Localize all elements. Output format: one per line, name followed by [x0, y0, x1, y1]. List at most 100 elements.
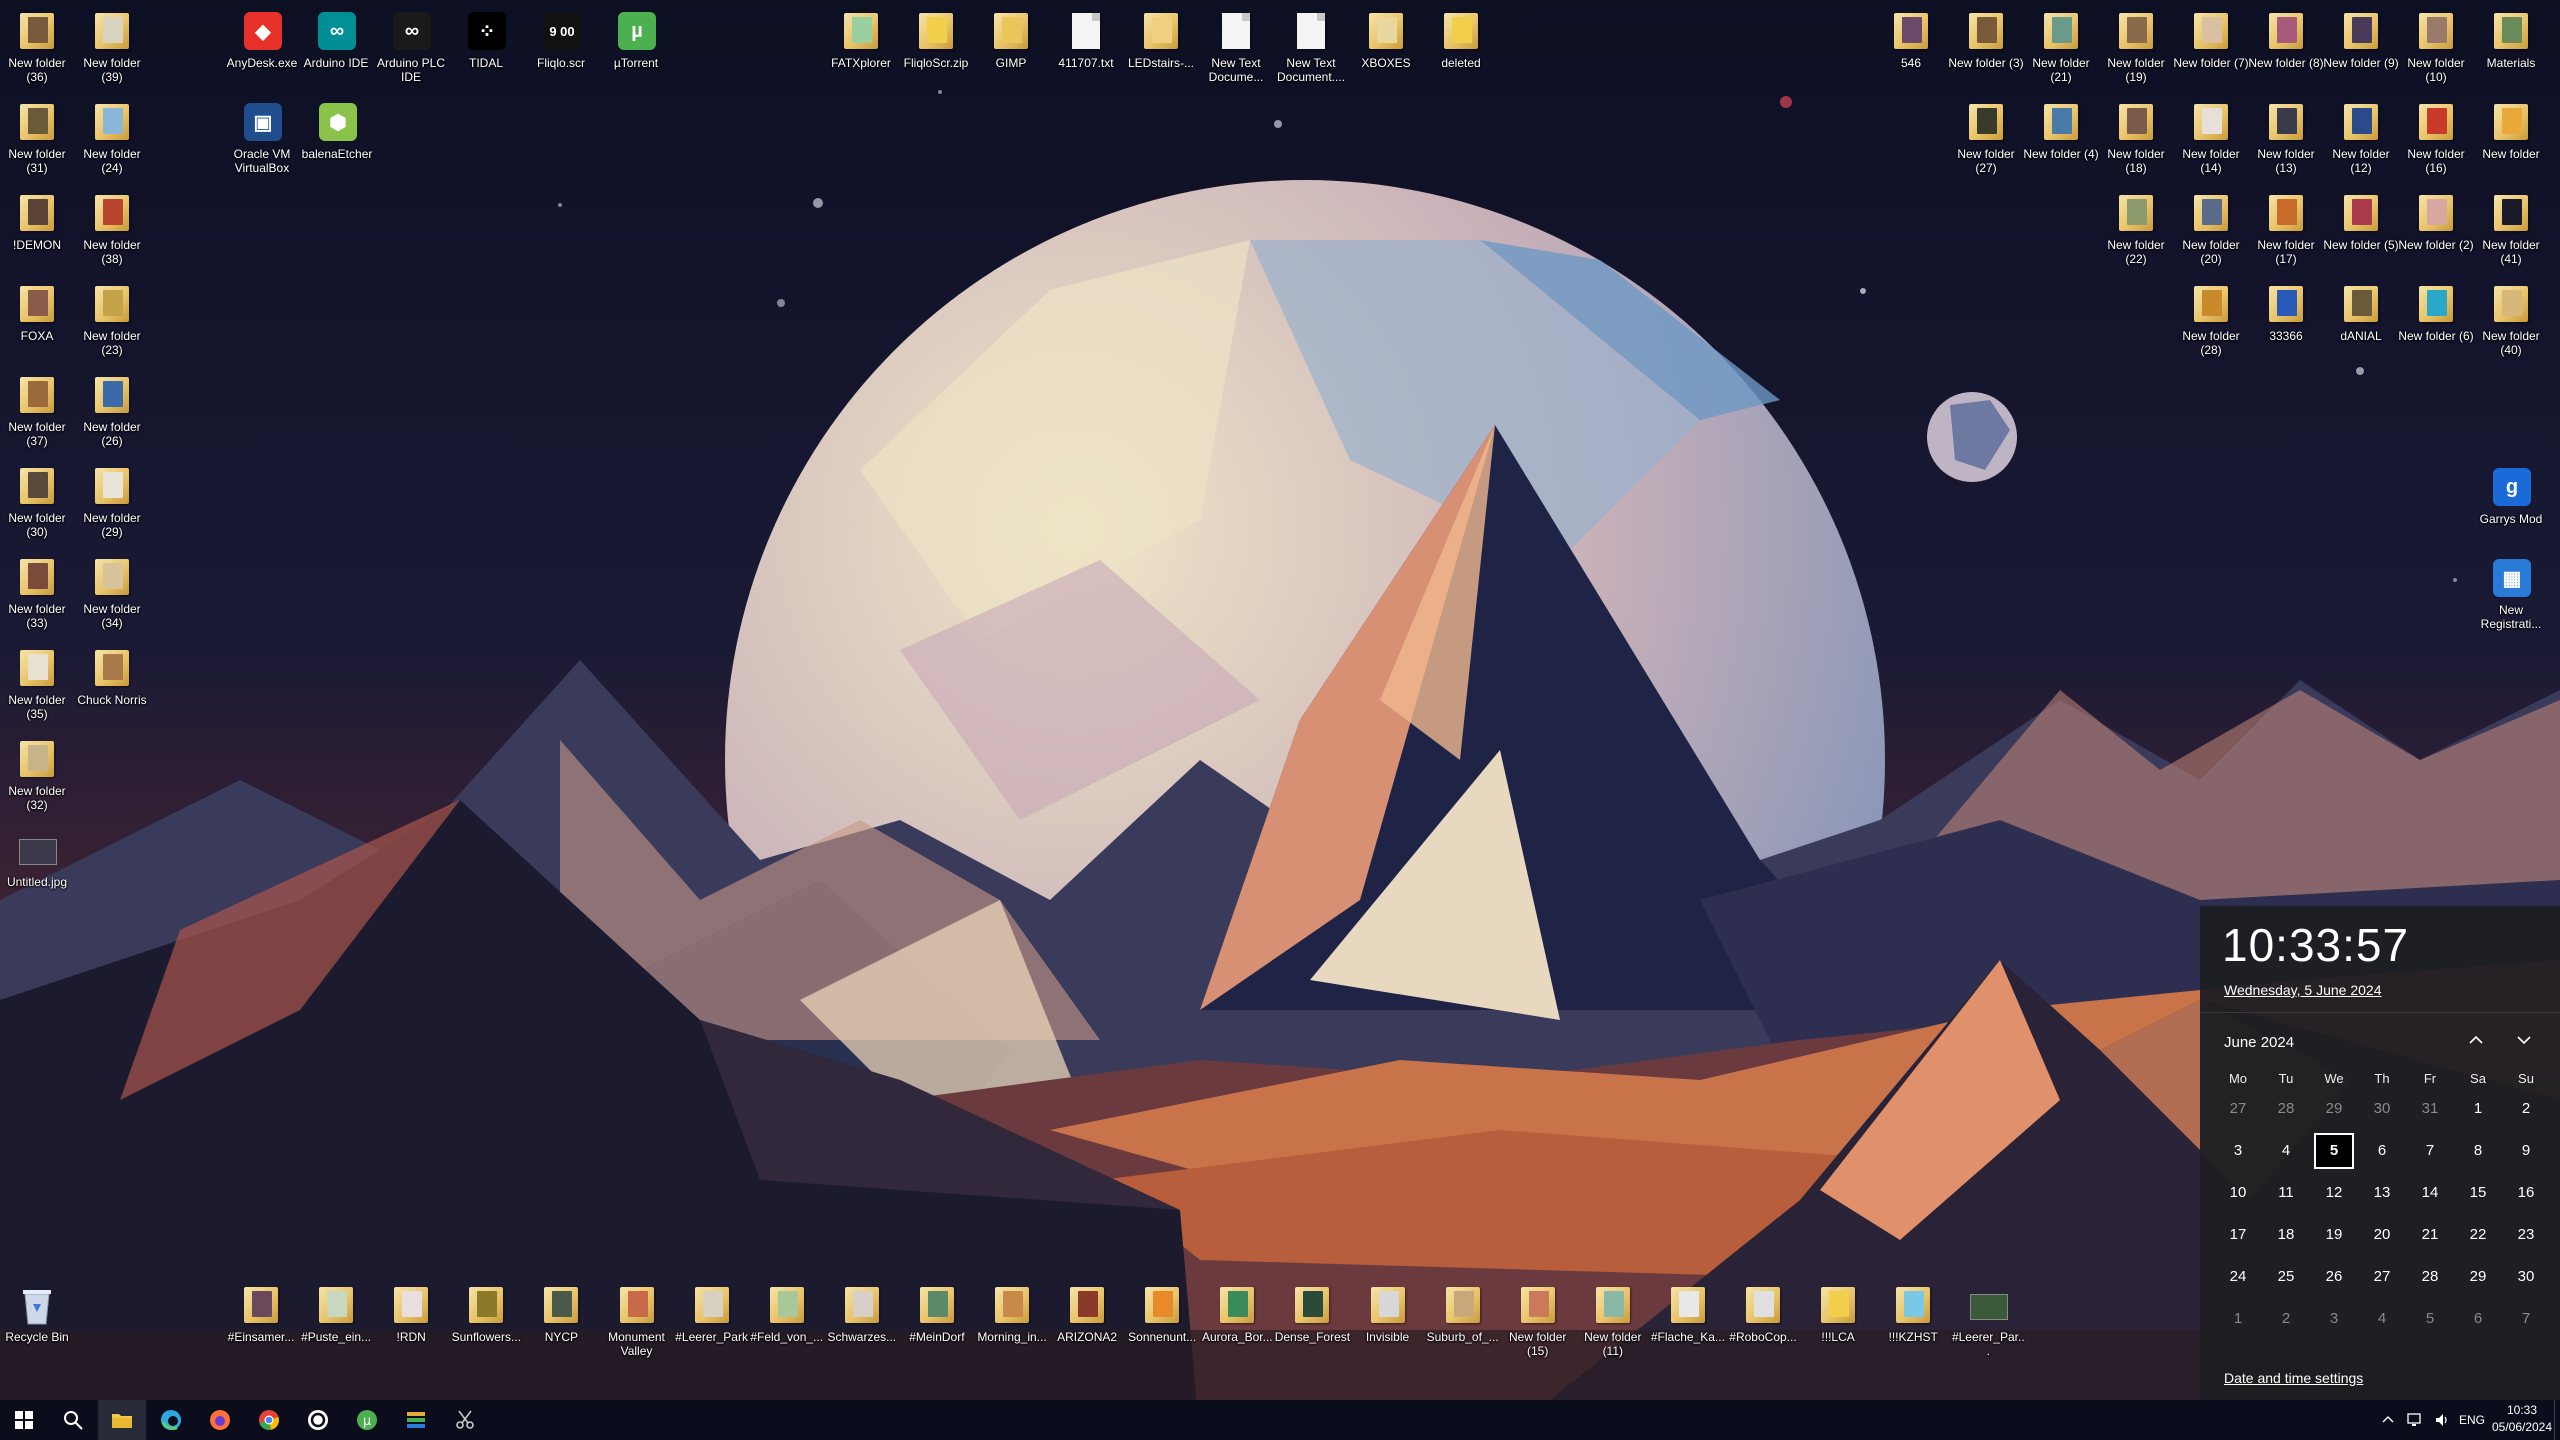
calendar-day[interactable]: 13 — [2362, 1175, 2402, 1211]
calendar-day[interactable]: 2 — [2266, 1301, 2306, 1337]
stack-app-button[interactable] — [392, 1400, 440, 1440]
desktop-icon-robocop[interactable]: #RoboCop... — [1725, 1278, 1801, 1344]
calendar-day[interactable]: 18 — [2266, 1217, 2306, 1253]
desktop-icon-morning-in[interactable]: Morning_in... — [974, 1278, 1050, 1344]
desktop-icon-aurora-bor[interactable]: Aurora_Bor... — [1199, 1278, 1275, 1344]
desktop-icon-new-folder-21[interactable]: New folder (21) — [2023, 4, 2099, 84]
taskbar-clock[interactable]: 10:33 05/06/2024 — [2490, 1402, 2554, 1436]
desktop-icon-new-folder-19[interactable]: New folder (19) — [2098, 4, 2174, 84]
desktop-icon-new-folder-28[interactable]: New folder (28) — [2173, 277, 2249, 357]
desktop-icon-new-registrati[interactable]: ▦ New Registrati... — [2473, 551, 2549, 631]
desktop-icon-new-folder-27[interactable]: New folder (27) — [1948, 95, 2024, 175]
calendar-day[interactable]: 31 — [2410, 1091, 2450, 1127]
desktop-icon-fliqloscr-zip[interactable]: FliqloScr.zip — [898, 4, 974, 70]
desktop-icon-suburb-of[interactable]: Suburb_of_... — [1425, 1278, 1501, 1344]
calendar-day[interactable]: 28 — [2410, 1259, 2450, 1295]
desktop-icon-fliqlo-scr[interactable]: 9 00 Fliqlo.scr — [523, 4, 599, 70]
volume-tray-button[interactable] — [2430, 1400, 2456, 1440]
desktop-icon-anydesk-exe[interactable]: ◆ AnyDesk.exe — [224, 4, 300, 70]
desktop-icon-new-folder-8[interactable]: New folder (8) — [2248, 4, 2324, 70]
show-desktop-button[interactable] — [2554, 1400, 2560, 1440]
desktop-icon-new-folder-37[interactable]: New folder (37) — [0, 368, 75, 448]
date-time-settings-link[interactable]: Date and time settings — [2224, 1370, 2363, 1386]
calendar-day[interactable]: 27 — [2218, 1091, 2258, 1127]
desktop-icon-xboxes[interactable]: XBOXES — [1348, 4, 1424, 70]
desktop-icon-foxa[interactable]: FOXA — [0, 277, 75, 343]
desktop-icon-garrys-mod[interactable]: g Garrys Mod — [2473, 460, 2549, 526]
desktop-icon-new-folder-17[interactable]: New folder (17) — [2248, 186, 2324, 266]
calendar-day[interactable]: 27 — [2362, 1259, 2402, 1295]
desktop-icon-leerer-park[interactable]: #Leerer_Park — [674, 1278, 750, 1344]
desktop-icon-rdn[interactable]: !RDN — [373, 1278, 449, 1344]
calendar-day[interactable]: 15 — [2458, 1175, 2498, 1211]
file-explorer-button[interactable] — [98, 1400, 146, 1440]
calendar-day[interactable]: 1 — [2458, 1091, 2498, 1127]
desktop-icon-feld-von[interactable]: #Feld_von_... — [749, 1278, 825, 1344]
calendar-day[interactable]: 29 — [2458, 1259, 2498, 1295]
desktop-icon-kzhst[interactable]: !!!KZHST — [1875, 1278, 1951, 1344]
desktop-icon-arizona2[interactable]: ARIZONA2 — [1049, 1278, 1125, 1344]
desktop-icon-new-folder-35[interactable]: New folder (35) — [0, 641, 75, 721]
calendar-day[interactable]: 30 — [2362, 1091, 2402, 1127]
desktop-icon-new-folder-5[interactable]: New folder (5) — [2323, 186, 2399, 252]
firefox-button[interactable] — [196, 1400, 244, 1440]
ubisoft-button[interactable] — [294, 1400, 342, 1440]
desktop-icon-monument-valley[interactable]: Monument Valley — [599, 1278, 675, 1358]
desktop-icon-new-folder-31[interactable]: New folder (31) — [0, 95, 75, 175]
desktop-icon-new-folder-26[interactable]: New folder (26) — [74, 368, 150, 448]
network-tray-button[interactable] — [2402, 1400, 2428, 1440]
desktop-icon-new-text-document[interactable]: New Text Document.... — [1273, 4, 1349, 84]
calendar-day[interactable]: 5 — [2410, 1301, 2450, 1337]
desktop-icon-gimp[interactable]: GIMP — [973, 4, 1049, 70]
calendar-day[interactable]: 11 — [2266, 1175, 2306, 1211]
start-button[interactable] — [0, 1400, 48, 1440]
desktop-icon-demon[interactable]: !DEMON — [0, 186, 75, 252]
desktop-icon-new-folder-6[interactable]: New folder (6) — [2398, 277, 2474, 343]
search-button[interactable] — [49, 1400, 97, 1440]
desktop-icon-new-folder-20[interactable]: New folder (20) — [2173, 186, 2249, 266]
calendar-day[interactable]: 9 — [2506, 1133, 2546, 1169]
desktop-icon-tidal[interactable]: ⁘ TIDAL — [448, 4, 524, 70]
calendar-day[interactable]: 26 — [2314, 1259, 2354, 1295]
calendar-day[interactable]: 20 — [2362, 1217, 2402, 1253]
desktop-icon-33366[interactable]: 33366 — [2248, 277, 2324, 343]
desktop-icon-new-folder-4[interactable]: New folder (4) — [2023, 95, 2099, 161]
desktop-icon-new-folder[interactable]: New folder — [2473, 95, 2549, 161]
desktop-icon-puste-ein[interactable]: #Puste_ein... — [298, 1278, 374, 1344]
calendar-day[interactable]: 25 — [2266, 1259, 2306, 1295]
desktop-icon-new-folder-33[interactable]: New folder (33) — [0, 550, 75, 630]
desktop-icon-flache-ka[interactable]: #Flache_Ka... — [1650, 1278, 1726, 1344]
desktop-icon-new-folder-11[interactable]: New folder (11) — [1575, 1278, 1651, 1358]
tray-overflow-button[interactable] — [2376, 1400, 2400, 1440]
calendar-day[interactable]: 23 — [2506, 1217, 2546, 1253]
desktop-icon-new-folder-7[interactable]: New folder (7) — [2173, 4, 2249, 70]
desktop-icon-new-folder-15[interactable]: New folder (15) — [1500, 1278, 1576, 1358]
desktop-icon-new-folder-2[interactable]: New folder (2) — [2398, 186, 2474, 252]
desktop-icon-new-folder-34[interactable]: New folder (34) — [74, 550, 150, 630]
chrome-button[interactable] — [245, 1400, 293, 1440]
desktop-icon-new-folder-16[interactable]: New folder (16) — [2398, 95, 2474, 175]
desktop-icon-fatxplorer[interactable]: FATXplorer — [823, 4, 899, 70]
calendar-day[interactable]: 6 — [2458, 1301, 2498, 1337]
desktop-icon-new-folder-29[interactable]: New folder (29) — [74, 459, 150, 539]
calendar-month-label[interactable]: June 2024 — [2224, 1034, 2294, 1051]
desktop-icon-new-folder-13[interactable]: New folder (13) — [2248, 95, 2324, 175]
snip-tool-button[interactable] — [441, 1400, 489, 1440]
flyout-date-link[interactable]: Wednesday, 5 June 2024 — [2224, 982, 2382, 998]
desktop-icon-new-folder-12[interactable]: New folder (12) — [2323, 95, 2399, 175]
desktop-icon-meindorf[interactable]: #MeinDorf — [899, 1278, 975, 1344]
calendar-day[interactable]: 3 — [2314, 1301, 2354, 1337]
previous-month-button[interactable] — [2462, 1026, 2490, 1054]
desktop-icon-new-folder-9[interactable]: New folder (9) — [2323, 4, 2399, 70]
desktop-icon-danial[interactable]: dANIAL — [2323, 277, 2399, 343]
desktop-icon-chuck-norris[interactable]: Chuck Norris — [74, 641, 150, 707]
calendar-day[interactable]: 8 — [2458, 1133, 2498, 1169]
desktop-icon-sonnenunt[interactable]: Sonnenunt... — [1124, 1278, 1200, 1344]
desktop-icon-new-folder-30[interactable]: New folder (30) — [0, 459, 75, 539]
desktop-icon-new-folder-18[interactable]: New folder (18) — [2098, 95, 2174, 175]
desktop-icon-oracle-vm-virtualbox[interactable]: ▣ Oracle VM VirtualBox — [224, 95, 300, 175]
calendar-day[interactable]: 29 — [2314, 1091, 2354, 1127]
calendar-day[interactable]: 28 — [2266, 1091, 2306, 1127]
calendar-day[interactable]: 16 — [2506, 1175, 2546, 1211]
desktop-icon-balenaetcher[interactable]: ⬢ balenaEtcher — [299, 95, 375, 161]
